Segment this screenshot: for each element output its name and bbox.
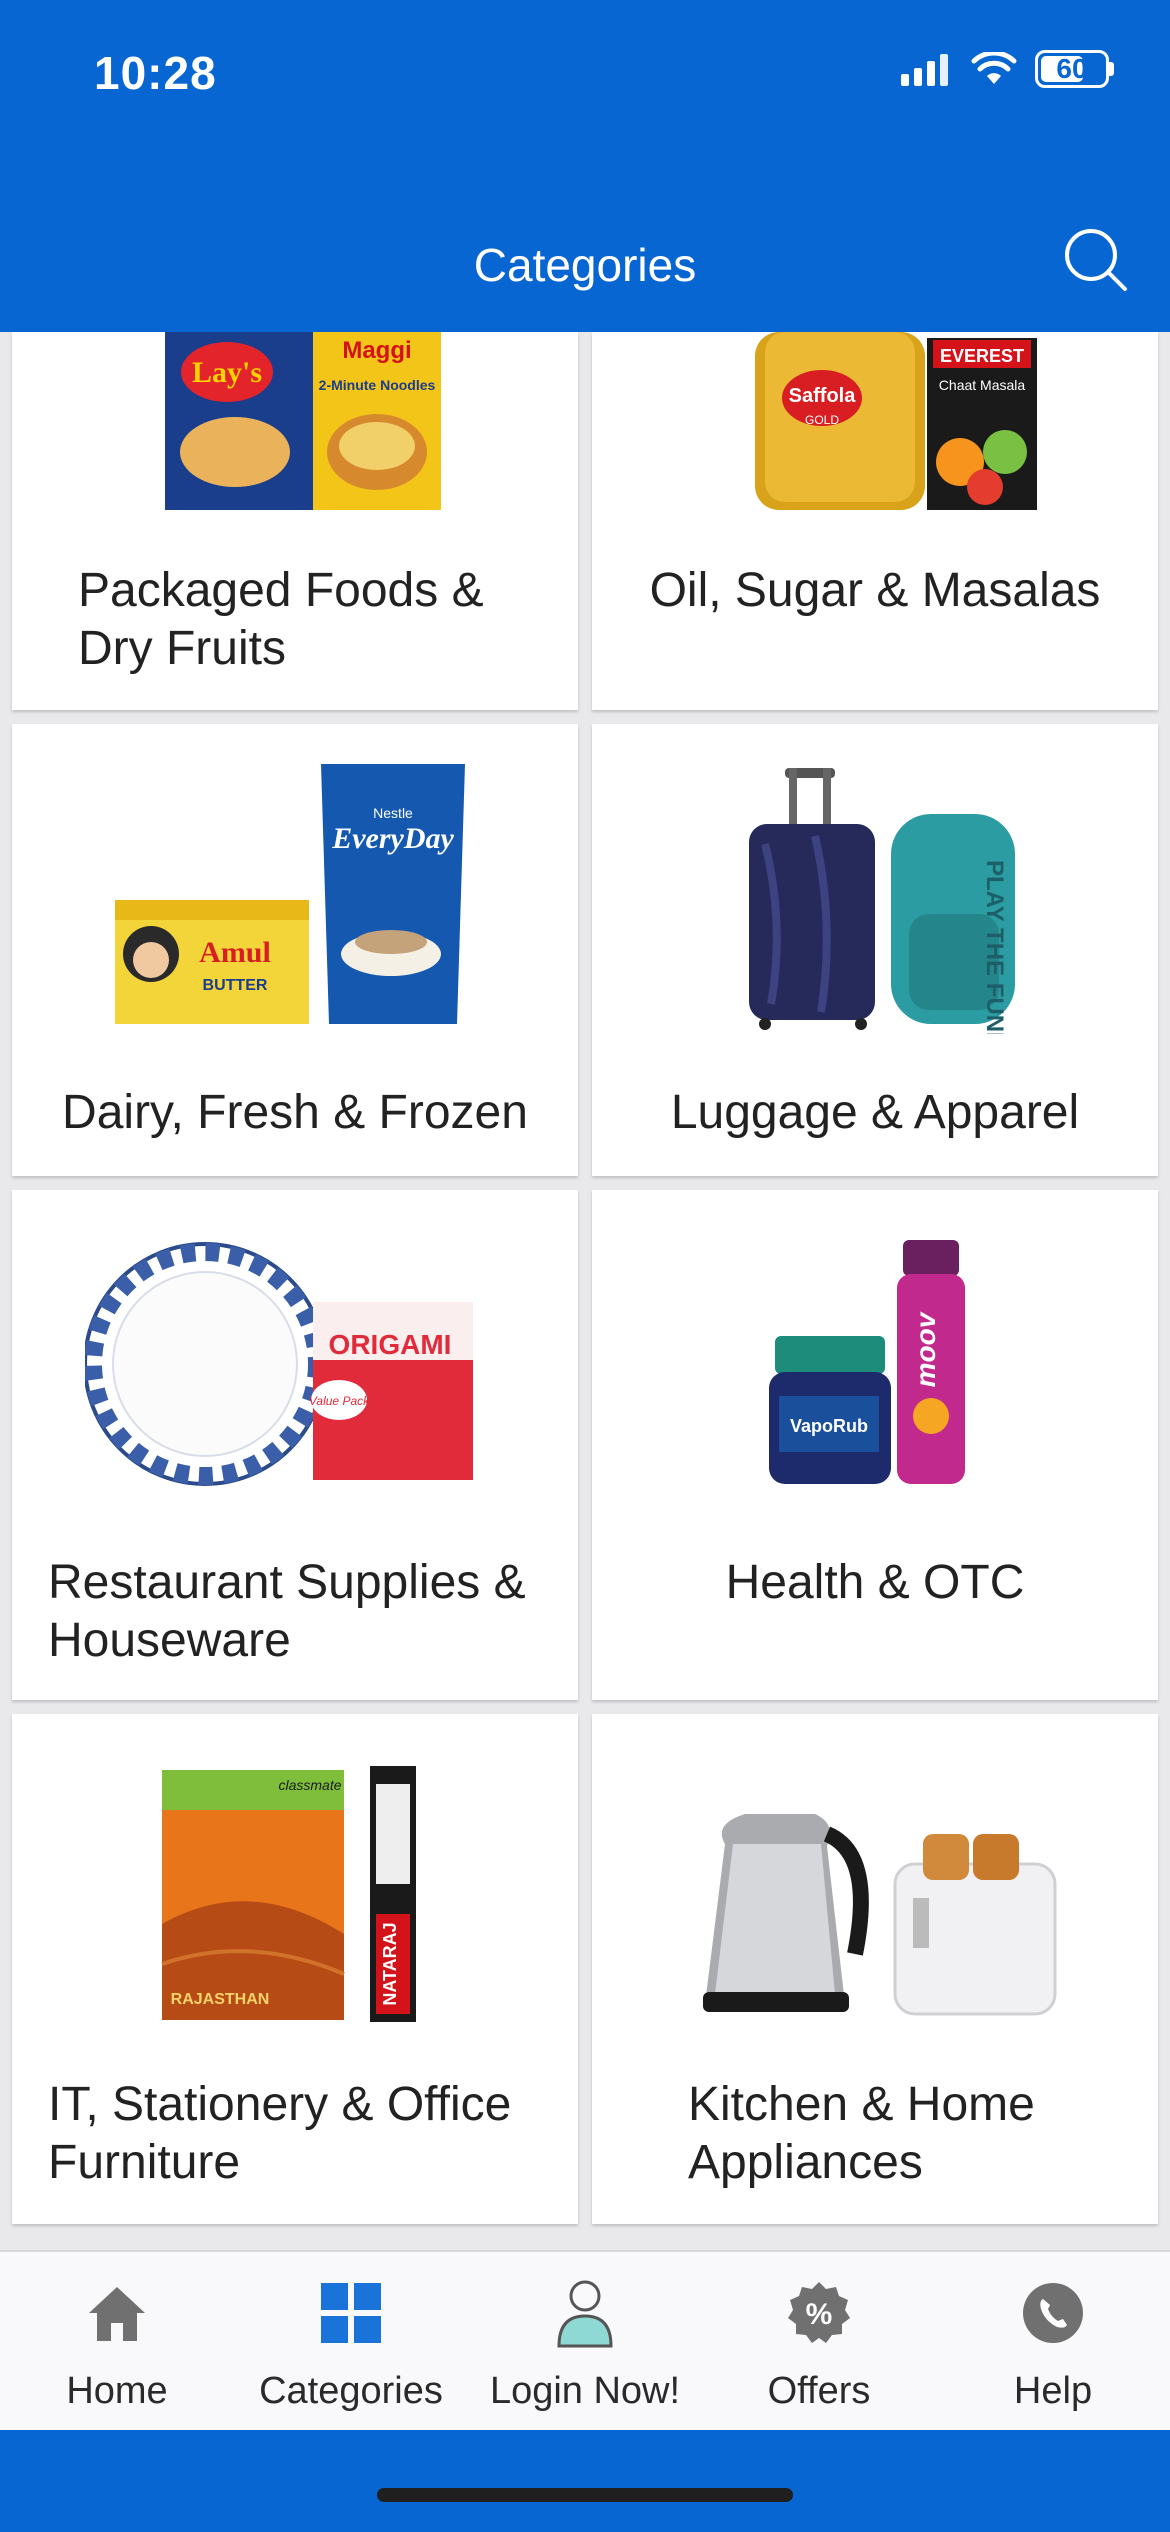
category-image: classmate RAJASTHAN NATARAJ [12,1764,578,2024]
amul-sub-text: BUTTER [203,977,268,994]
battery-icon: 60 [1035,50,1109,88]
maggi-sub-text: 2-Minute Noodles [319,377,436,393]
wifi-icon [971,52,1017,84]
svg-text:%: % [806,2298,833,2331]
category-card-dairy-fresh-frozen[interactable]: Amul BUTTER Nestle EveryDay Dairy, Fresh… [12,724,578,1176]
backpack-print-text: PLAY THE FUNKY MUSIC [981,860,1008,1034]
classmate-brand-text: classmate [278,1777,341,1793]
category-image: Amul BUTTER Nestle EveryDay [12,764,578,1034]
app-header: 10:28 60 Categories [0,0,1170,332]
search-button[interactable] [1058,222,1134,298]
category-label: IT, Stationery & Office Furniture [48,2078,512,2189]
nestle-brand-text: Nestle [373,805,413,821]
category-card-kitchen-appliances[interactable]: Kitchen & Home Appliances [592,1714,1158,2224]
category-image: VapoRub moov [592,1240,1158,1490]
tab-home[interactable]: Home [0,2252,234,2430]
status-icons: 60 [901,50,1114,88]
category-card-restaurant-supplies[interactable]: ORIGAMI Value Pack Restaurant Supplies &… [12,1190,578,1700]
saffola-brand-text: Saffola [789,385,857,407]
category-card-packaged-foods[interactable]: Lay's Maggi 2-Minute Noodles Packaged Fo… [12,332,578,710]
tab-label: Help [1013,2370,1093,2412]
tab-help[interactable]: Help [936,2252,1170,2430]
category-image: PLAY THE FUNKY MUSIC [592,764,1158,1034]
category-card-it-stationery[interactable]: classmate RAJASTHAN NATARAJ IT, Statione… [12,1714,578,2224]
tab-label: Offers [767,2370,871,2412]
moov-brand-text: moov [910,1311,941,1387]
cellular-signal-icon [901,54,948,86]
help-icon [1018,2278,1088,2348]
category-image: ORIGAMI Value Pack [12,1240,578,1490]
category-label: Oil, Sugar & Masalas [649,564,1101,617]
bottom-bar [0,2430,1170,2532]
everest-sub-text: Chaat Masala [939,377,1026,393]
bottom-tab-bar: Home Categories Login Now! % Offers Help [0,2250,1170,2430]
category-card-health-otc[interactable]: VapoRub moov Health & OTC [592,1190,1158,1700]
vaporub-brand-text: VapoRub [790,1416,868,1436]
category-label: Restaurant Supplies & Houseware [48,1556,526,1667]
categories-icon [316,2278,386,2348]
category-image: Saffola GOLD EVEREST Chaat Masala [592,332,1158,512]
nataraj-brand-text: NATARAJ [380,1922,400,2005]
rajasthan-text: RAJASTHAN [171,1991,270,2008]
category-image: Lay's Maggi 2-Minute Noodles [12,332,578,512]
category-card-luggage-apparel[interactable]: PLAY THE FUNKY MUSIC Luggage & Apparel [592,724,1158,1176]
saffola-sub-text: GOLD [805,413,839,427]
tab-label: Categories [259,2370,443,2412]
tab-login[interactable]: Login Now! [468,2252,702,2430]
home-indicator[interactable] [377,2488,793,2502]
user-icon [550,2278,620,2348]
tab-label: Login Now! [489,2370,681,2412]
page-title: Categories [473,239,697,291]
offers-icon: % [784,2278,854,2348]
lays-brand-text: Lay's [192,356,262,389]
category-image [592,1764,1158,2024]
tab-label: Home [66,2370,168,2412]
category-card-oil-sugar-masalas[interactable]: Saffola GOLD EVEREST Chaat Masala Oil, S… [592,332,1158,710]
status-time: 10:28 [94,47,217,99]
category-label: Luggage & Apparel [670,1086,1080,1139]
everyday-brand-text: EveryDay [331,822,454,855]
tab-categories[interactable]: Categories [234,2252,468,2430]
battery-level: 60 [1056,53,1088,84]
category-label: Health & OTC [725,1556,1025,1609]
origami-brand-text: ORIGAMI [329,1329,452,1360]
origami-sub-text: Value Pack [309,1394,370,1408]
category-label: Kitchen & Home Appliances [688,2078,1035,2189]
amul-brand-text: Amul [199,936,271,969]
category-label: Packaged Foods & Dry Fruits [78,564,484,675]
maggi-brand-text: Maggi [342,337,411,364]
home-icon [82,2278,152,2348]
category-label: Dairy, Fresh & Frozen [62,1086,528,1139]
search-icon [1065,229,1127,291]
everest-brand-text: EVEREST [940,346,1024,366]
tab-offers[interactable]: % Offers [702,2252,936,2430]
